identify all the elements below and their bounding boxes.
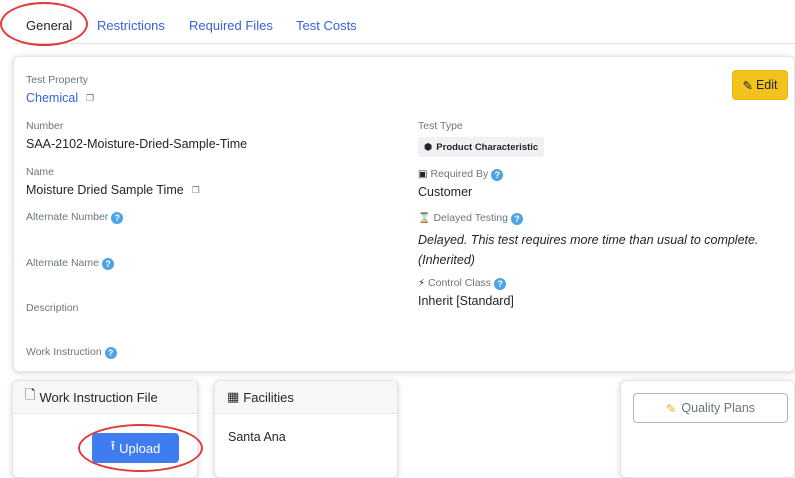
tab-restrictions[interactable]: Restrictions	[97, 18, 165, 33]
name-value: Moisture Dried Sample Time	[26, 183, 184, 197]
building-icon: ▦	[227, 389, 240, 404]
work-instruction-file-header: 🗋 Work Instruction File	[13, 381, 197, 414]
facility-item: Santa Ana	[228, 430, 286, 444]
name-label: Name	[26, 166, 55, 178]
hourglass-icon: ⌛	[418, 213, 431, 224]
alternate-number-label: Alternate Number	[26, 211, 109, 223]
tab-bar: General Restrictions Required Files Test…	[13, 0, 795, 44]
alternate-name-label-row: Alternate Name?	[26, 257, 114, 270]
test-property-value-row: Chemical ❐	[26, 91, 94, 105]
edit-button-label: Edit	[755, 78, 778, 92]
required-by-label-row: ▣ Required By?	[418, 168, 504, 181]
magic-wand-icon: ⚡	[418, 278, 426, 289]
delayed-testing-label-row: ⌛ Delayed Testing?	[418, 212, 523, 225]
alternate-number-label-row: Alternate Number?	[26, 211, 124, 224]
alternate-name-label: Alternate Name	[26, 257, 99, 269]
test-type-value: Product Characteristic	[436, 141, 539, 153]
work-instruction-file-title: Work Instruction File	[39, 389, 158, 405]
number-value: SAA-2102-Moisture-Dried-Sample-Time	[26, 137, 248, 151]
work-instruction-label: Work Instruction	[26, 346, 102, 358]
required-by-label: Required By	[430, 168, 489, 180]
tab-required-files[interactable]: Required Files	[189, 18, 273, 33]
help-icon[interactable]: ?	[104, 347, 117, 359]
file-icon: 🗋	[25, 387, 36, 402]
facilities-card: ▦ Facilities	[214, 380, 398, 478]
help-icon[interactable]: ?	[101, 258, 114, 270]
edit-icon: ✎	[665, 401, 677, 416]
copy-icon[interactable]: ❐	[86, 93, 94, 104]
edit-button[interactable]: ✎ Edit	[732, 70, 788, 100]
cube-icon: ⬢	[424, 141, 433, 153]
facilities-header: ▦ Facilities	[215, 381, 397, 414]
help-icon[interactable]: ?	[491, 169, 504, 181]
tab-test-costs[interactable]: Test Costs	[296, 18, 357, 33]
name-value-row: Moisture Dried Sample Time ❐	[26, 183, 200, 197]
work-instruction-label-row: Work Instruction?	[26, 346, 117, 359]
annotation-circle-upload	[78, 424, 203, 472]
facilities-title: Facilities	[243, 389, 294, 405]
copy-icon[interactable]: ❐	[192, 185, 200, 196]
delayed-testing-value-line1: Delayed. This test requires more time th…	[418, 233, 759, 247]
number-label: Number	[26, 120, 64, 132]
control-class-label: Control Class	[428, 277, 492, 289]
general-details-card: ✎ Edit Test Property Chemical ❐ Number SA…	[13, 56, 795, 372]
pencil-icon: ✎	[742, 78, 753, 93]
description-label: Description	[26, 302, 79, 314]
control-class-label-row: ⚡ Control Class?	[418, 277, 507, 290]
required-by-value: Customer	[418, 185, 473, 199]
delayed-testing-label: Delayed Testing	[433, 212, 508, 224]
quality-plans-button[interactable]: ✎ Quality Plans	[633, 393, 788, 423]
quality-plans-button-label: Quality Plans	[681, 401, 756, 415]
control-class-value: Inherit [Standard]	[418, 294, 514, 308]
annotation-circle-general	[0, 2, 88, 46]
test-property-link[interactable]: Chemical	[26, 91, 78, 105]
help-icon[interactable]: ?	[111, 212, 124, 224]
delayed-testing-value-line2: (Inherited)	[418, 253, 475, 267]
help-icon[interactable]: ?	[510, 213, 523, 225]
test-type-label: Test Type	[418, 120, 463, 132]
test-property-label: Test Property	[26, 74, 88, 86]
help-icon[interactable]: ?	[494, 278, 507, 290]
document-icon: ▣	[418, 169, 428, 180]
test-type-badge: ⬢ Product Characteristic	[418, 137, 545, 157]
